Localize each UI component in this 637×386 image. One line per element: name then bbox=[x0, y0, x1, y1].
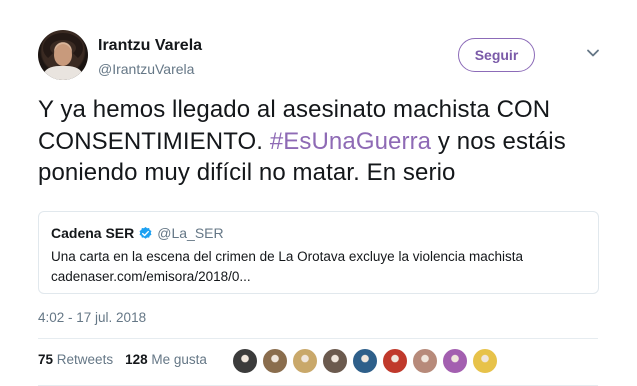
avatar-shirt bbox=[44, 66, 82, 80]
quoted-author-name: Cadena SER bbox=[51, 225, 135, 241]
liker-avatar-3[interactable] bbox=[292, 348, 318, 374]
divider bbox=[38, 338, 598, 339]
author-handle[interactable]: @IrantzuVarela bbox=[98, 61, 202, 77]
quoted-tweet-card[interactable]: Cadena SER @La_SER Una carta en la escen… bbox=[38, 211, 599, 294]
liker-avatar-8[interactable] bbox=[442, 348, 468, 374]
author-names: Irantzu Varela @IrantzuVarela bbox=[98, 37, 202, 77]
liker-avatar-9[interactable] bbox=[472, 348, 498, 374]
liker-avatar-6[interactable] bbox=[382, 348, 408, 374]
tweet-timestamp[interactable]: 4:02 - 17 jul. 2018 bbox=[38, 310, 146, 325]
chevron-down-icon[interactable] bbox=[586, 46, 600, 60]
author-display-name[interactable]: Irantzu Varela bbox=[98, 37, 202, 55]
tweet-text: Y ya hemos llegado al asesinato machista… bbox=[38, 94, 618, 189]
quoted-tweet-link[interactable]: cadenaser.com/emisora/2018/0... bbox=[51, 267, 591, 287]
author-avatar[interactable] bbox=[38, 30, 88, 80]
retweets-count: 75 bbox=[38, 352, 54, 367]
retweets-stat[interactable]: 75 Retweets bbox=[38, 352, 113, 367]
liker-avatar-2[interactable] bbox=[262, 348, 288, 374]
avatar-face bbox=[54, 44, 72, 66]
tweet-header: Irantzu Varela @IrantzuVarela Seguir bbox=[38, 30, 618, 84]
follow-button[interactable]: Seguir bbox=[458, 38, 535, 72]
liker-avatar-7[interactable] bbox=[412, 348, 438, 374]
quoted-tweet-header: Cadena SER @La_SER bbox=[51, 225, 224, 241]
verified-badge-icon bbox=[139, 226, 152, 239]
liker-avatar-5[interactable] bbox=[352, 348, 378, 374]
liker-avatar-1[interactable] bbox=[232, 348, 258, 374]
quoted-author-handle: @La_SER bbox=[157, 225, 224, 241]
quoted-tweet-text: Una carta en la escena del crimen de La … bbox=[51, 249, 523, 264]
likes-label: Me gusta bbox=[151, 352, 207, 367]
hashtag-link[interactable]: #EsUnaGuerra bbox=[270, 128, 431, 155]
engagement-stats: 75 Retweets 128 Me gusta bbox=[38, 352, 207, 367]
quoted-tweet-body: Una carta en la escena del crimen de La … bbox=[51, 247, 591, 287]
likes-count: 128 bbox=[125, 352, 148, 367]
liker-avatar-4[interactable] bbox=[322, 348, 348, 374]
retweets-label: Retweets bbox=[56, 352, 114, 367]
likes-stat[interactable]: 128 Me gusta bbox=[125, 352, 207, 367]
